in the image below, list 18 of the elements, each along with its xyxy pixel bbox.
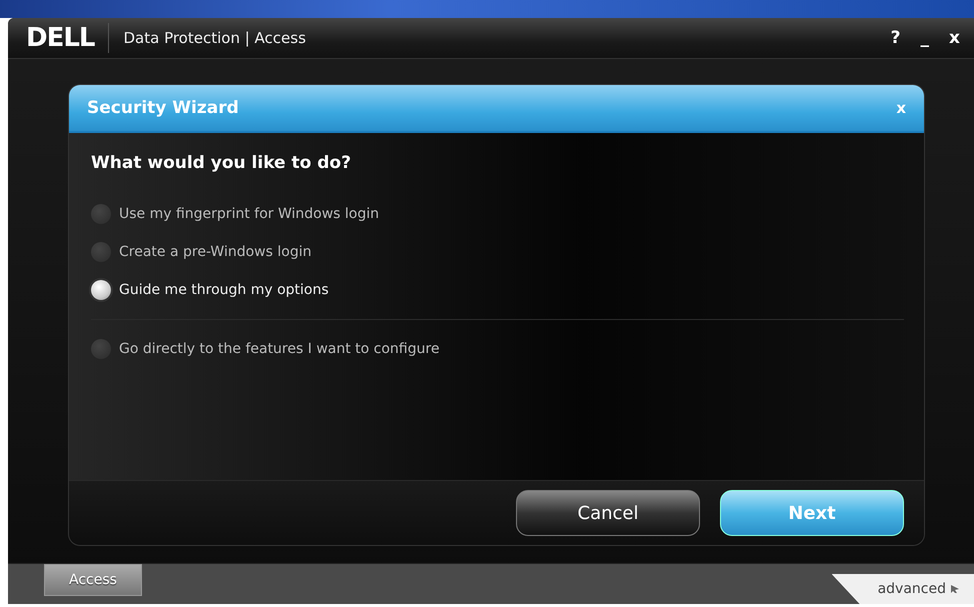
radio-option[interactable]: Use my fingerprint for Windows login: [91, 195, 904, 233]
minimize-button[interactable]: _: [914, 28, 936, 48]
question-heading: What would you like to do?: [91, 153, 352, 173]
help-button[interactable]: ?: [884, 28, 907, 48]
dialog-title: Security Wizard: [87, 98, 239, 118]
radio-button[interactable]: [91, 280, 111, 300]
radio-option[interactable]: Guide me through my options: [91, 271, 904, 309]
pointer-icon: [950, 584, 960, 594]
logo: DELL: [26, 23, 110, 53]
radio-option[interactable]: Go directly to the features I want to configure: [91, 330, 904, 368]
window-title: Data Protection | Access: [123, 29, 307, 47]
cancel-button[interactable]: Cancel: [516, 490, 700, 536]
radio-button[interactable]: [91, 204, 111, 224]
radio-option[interactable]: Create a pre-Windows login: [91, 233, 904, 271]
radio-button[interactable]: [91, 242, 111, 262]
close-button[interactable]: x: [943, 28, 966, 48]
radio-button[interactable]: [91, 339, 111, 359]
advanced-button[interactable]: advanced: [832, 574, 974, 604]
